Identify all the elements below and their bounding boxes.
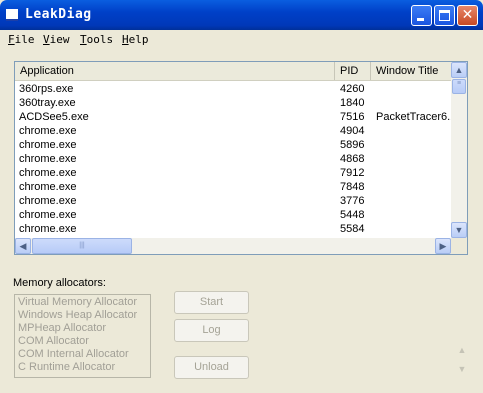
memory-allocators-list[interactable]: Virtual Memory Allocator Windows Heap Al… [14, 294, 151, 378]
table-row[interactable]: chrome.exe 4868 [15, 152, 451, 166]
cell-pid: 7516 [340, 111, 365, 123]
cell-application: chrome.exe [19, 167, 77, 179]
allocator-item-mpheap[interactable]: MPHeap Allocator [18, 322, 106, 335]
cell-application: chrome.exe [19, 223, 77, 235]
cell-application: ACDSee5.exe [19, 111, 89, 123]
menu-view[interactable]: View [43, 33, 70, 46]
spin-up-arrow-icon[interactable]: ▲ [455, 343, 469, 357]
allocator-item-c-runtime[interactable]: C Runtime Allocator [18, 361, 115, 374]
table-row[interactable]: chrome.exe 7848 [15, 180, 451, 194]
process-list-header: Application PID Window Title [15, 62, 451, 81]
vertical-scrollbar[interactable]: ▲ ≡ ▼ [451, 62, 467, 238]
cell-application: 360tray.exe [19, 97, 76, 109]
scroll-left-button[interactable]: ◀ [15, 238, 31, 254]
allocator-item-virtual-memory[interactable]: Virtual Memory Allocator [18, 296, 137, 309]
table-row[interactable]: chrome.exe 3776 [15, 194, 451, 208]
scrollbar-corner [451, 238, 467, 254]
menu-help[interactable]: Help [122, 33, 149, 46]
table-row[interactable]: chrome.exe 5448 [15, 208, 451, 222]
cell-pid: 5584 [340, 223, 365, 235]
menu-file[interactable]: File [8, 33, 35, 46]
cell-pid: 3776 [340, 195, 365, 207]
vertical-scroll-thumb[interactable]: ≡ [452, 79, 466, 94]
cell-pid: 4904 [340, 125, 365, 137]
allocator-item-com-internal[interactable]: COM Internal Allocator [18, 348, 129, 361]
unload-button[interactable]: Unload [174, 356, 249, 379]
memory-allocators-label: Memory allocators: [13, 277, 106, 289]
cell-application: chrome.exe [19, 153, 77, 165]
cell-application: chrome.exe [19, 195, 77, 207]
table-row[interactable]: 360rps.exe 4260 [15, 82, 451, 96]
scroll-down-button[interactable]: ▼ [451, 222, 467, 238]
spin-down-arrow-icon[interactable]: ▼ [455, 362, 469, 376]
allocator-item-windows-heap[interactable]: Windows Heap Allocator [18, 309, 137, 322]
cell-application: chrome.exe [19, 209, 77, 221]
cell-pid: 1840 [340, 97, 365, 109]
cell-application: chrome.exe [19, 125, 77, 137]
cell-pid: 7848 [340, 181, 365, 193]
table-row[interactable]: ACDSee5.exe 7516 PacketTracer6.1 [15, 110, 451, 124]
table-row[interactable]: chrome.exe 5896 [15, 138, 451, 152]
process-list[interactable]: Application PID Window Title 360rps.exe 4… [14, 61, 468, 255]
scroll-up-button[interactable]: ▲ [451, 62, 467, 78]
cell-pid: 5448 [340, 209, 365, 221]
maximize-icon [439, 10, 450, 21]
maximize-button[interactable] [434, 5, 455, 26]
cell-pid: 4260 [340, 83, 365, 95]
column-header-application[interactable]: Application [15, 62, 335, 80]
menu-tools[interactable]: Tools [80, 33, 113, 46]
window-title: LeakDiag [25, 7, 92, 22]
cell-pid: 5896 [340, 139, 365, 151]
close-icon: ✕ [461, 7, 474, 23]
table-row[interactable]: chrome.exe 7912 [15, 166, 451, 180]
allocator-item-com[interactable]: COM Allocator [18, 335, 89, 348]
cell-pid: 4868 [340, 153, 365, 165]
close-button[interactable]: ✕ [457, 5, 478, 26]
horizontal-scroll-thumb[interactable]: ||| [32, 238, 132, 254]
scroll-right-button[interactable]: ▶ [435, 238, 451, 254]
leakdiag-window: LeakDiag ✕ File View Tools Help Applicat… [0, 0, 483, 393]
minimize-button[interactable] [411, 5, 432, 26]
cell-application: 360rps.exe [19, 83, 74, 95]
column-header-pid[interactable]: PID [335, 62, 371, 80]
table-row[interactable]: 360tray.exe 1840 [15, 96, 451, 110]
cell-window-title: PacketTracer6.1 [376, 111, 451, 123]
log-button[interactable]: Log [174, 319, 249, 342]
cell-application: chrome.exe [19, 181, 77, 193]
column-header-window-title[interactable]: Window Title [371, 62, 451, 80]
app-window-icon [6, 9, 18, 21]
minimize-icon [417, 18, 424, 21]
cell-application: chrome.exe [19, 139, 77, 151]
table-row[interactable]: chrome.exe 5584 [15, 222, 451, 236]
horizontal-scrollbar[interactable]: ◀ ||| ▶ [15, 238, 451, 254]
start-button[interactable]: Start [174, 291, 249, 314]
title-bar[interactable]: LeakDiag ✕ [0, 0, 483, 30]
table-row[interactable]: chrome.exe 4904 [15, 124, 451, 138]
menu-bar: File View Tools Help [0, 30, 483, 50]
cell-pid: 7912 [340, 167, 365, 179]
